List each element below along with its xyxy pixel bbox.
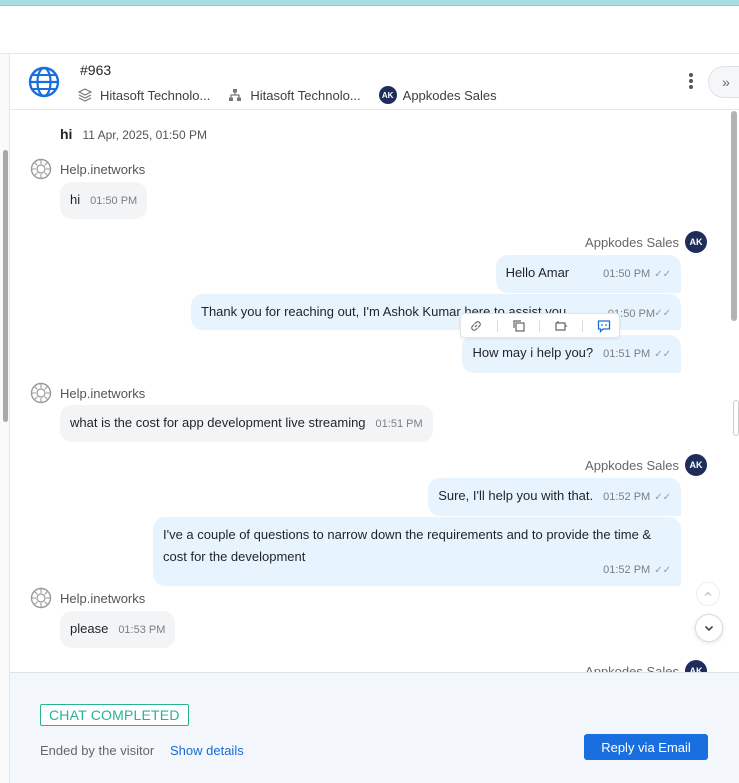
message-time: 01:51 PM	[375, 418, 423, 430]
visitor-label: Help.inetworks	[30, 158, 145, 180]
layers-icon	[78, 88, 92, 102]
message-bubble[interactable]: Hello Amar 01:50 PM ✓✓	[495, 255, 681, 293]
message-text: Hello Amar	[505, 265, 570, 280]
reply-via-email-button[interactable]: Reply via Email	[584, 734, 708, 760]
agent-label: Appkodes Sales AK	[585, 660, 707, 672]
message-bubble[interactable]: what is the cost for app development liv…	[60, 405, 433, 442]
visitor-avatar-icon	[30, 587, 52, 609]
message-text: what is the cost for app development liv…	[70, 415, 366, 430]
scroll-down-button[interactable]	[695, 614, 723, 642]
panel-resize-handle[interactable]	[733, 400, 739, 436]
message-actions-toolbar	[460, 313, 620, 338]
read-receipt-icon: ✓✓	[654, 492, 671, 503]
left-scrollbar[interactable]	[3, 150, 8, 422]
ended-by-text: Ended by the visitor	[40, 743, 155, 758]
status-badge: CHAT COMPLETED	[40, 704, 189, 726]
globe-icon	[28, 66, 60, 98]
message-text: I've a couple of questions to narrow dow…	[163, 527, 652, 564]
visitor-label: Help.inetworks	[30, 587, 145, 609]
chat-footer: CHAT COMPLETED Ended by the visitor Show…	[10, 672, 739, 783]
visitor-avatar-icon	[30, 158, 52, 180]
kebab-dot	[689, 73, 693, 77]
more-options-button[interactable]	[686, 71, 696, 93]
company-name-one: Hitasoft Technolo...	[100, 87, 211, 103]
message-time: 01:50 PM	[603, 268, 651, 280]
read-receipt-icon: ✓✓	[654, 565, 671, 576]
chevron-up-icon	[704, 591, 712, 596]
agent-label: Appkodes Sales AK	[585, 231, 707, 253]
show-details-link[interactable]: Show details	[170, 743, 244, 758]
visitor-name: Help.inetworks	[60, 161, 146, 177]
agent-label-name: Appkodes Sales	[585, 234, 679, 250]
chevron-down-icon	[704, 625, 714, 632]
message-bubble[interactable]: I've a couple of questions to narrow dow…	[153, 517, 681, 586]
read-receipt-icon: ✓✓	[654, 308, 671, 319]
kebab-dot	[689, 79, 693, 83]
copy-icon[interactable]	[510, 317, 528, 335]
agent-label-avatar: AK	[685, 231, 707, 253]
company-tag-one[interactable]: Hitasoft Technolo...	[78, 88, 210, 103]
agent-label-name: Appkodes Sales	[585, 457, 679, 473]
read-receipt-icon: ✓✓	[654, 269, 671, 280]
message-bubble[interactable]: Sure, I'll help you with that. 01:52 PM ✓✓	[428, 478, 681, 516]
visitor-name: Help.inetworks	[60, 590, 146, 606]
message-text: hi	[70, 192, 81, 207]
visitor-label: Help.inetworks	[30, 382, 145, 404]
message-text: Sure, I'll help you with that.	[438, 488, 594, 503]
message-time: 01:52 PM	[603, 564, 651, 576]
kebab-dot	[689, 85, 693, 89]
conversation-start: hi 11 Apr, 2025, 01:50 PM	[60, 126, 207, 142]
agent-avatar: AK	[378, 86, 397, 104]
sitemap-icon	[229, 89, 242, 101]
translate-icon[interactable]	[595, 317, 613, 335]
forward-icon[interactable]	[552, 317, 570, 335]
visitor-avatar-icon	[30, 382, 52, 404]
read-receipt-icon: ✓✓	[654, 349, 671, 360]
first-message-text: hi	[60, 126, 73, 142]
company-tag-two[interactable]: Hitasoft Technolo...	[228, 87, 361, 103]
scroll-up-button[interactable]	[696, 582, 720, 606]
message-bubble[interactable]: How may i help you? 01:51 PM ✓✓	[462, 335, 681, 373]
toolbar-divider	[539, 319, 541, 332]
conversation-id: #963	[80, 62, 112, 78]
company-name-two: Hitasoft Technolo...	[250, 87, 361, 103]
visitor-name: Help.inetworks	[60, 385, 146, 401]
toolbar-strip	[0, 6, 739, 54]
toolbar-divider	[496, 319, 498, 332]
conversation-meta: Hitasoft Technolo... Hitasoft Technolo..…	[78, 86, 515, 104]
expand-panel-button[interactable]: »	[708, 66, 739, 98]
message-text: please	[70, 621, 109, 636]
message-text: How may i help you?	[472, 345, 594, 360]
agent-label-name: Appkodes Sales	[585, 663, 679, 673]
message-bubble[interactable]: hi 01:50 PM	[60, 182, 148, 219]
conversation-header: #963 Hitasoft Technolo... Hitasoft Techn…	[10, 54, 739, 110]
double-chevron-right-icon: »	[722, 74, 730, 90]
chat-scrollbar[interactable]	[731, 111, 737, 321]
message-time: 01:51 PM	[603, 348, 651, 360]
message-time: 01:50 PM	[90, 195, 138, 207]
agent-label-avatar: AK	[685, 660, 707, 672]
message-time: 01:53 PM	[118, 624, 166, 636]
message-bubble[interactable]: please 01:53 PM	[60, 611, 176, 648]
first-message-timestamp: 11 Apr, 2025, 01:50 PM	[82, 128, 207, 142]
agent-label-avatar: AK	[685, 454, 707, 476]
agent-tag[interactable]: AK Appkodes Sales	[378, 86, 497, 104]
message-time: 01:52 PM	[603, 491, 651, 503]
toolbar-divider	[582, 319, 584, 332]
chat-transcript[interactable]: hi 11 Apr, 2025, 01:50 PM Help.inetworks…	[10, 111, 739, 672]
agent-name: Appkodes Sales	[402, 87, 497, 103]
agent-label: Appkodes Sales AK	[585, 454, 707, 476]
message-meta: 01:52 PM ✓✓	[593, 558, 671, 582]
link-icon[interactable]	[467, 317, 485, 335]
